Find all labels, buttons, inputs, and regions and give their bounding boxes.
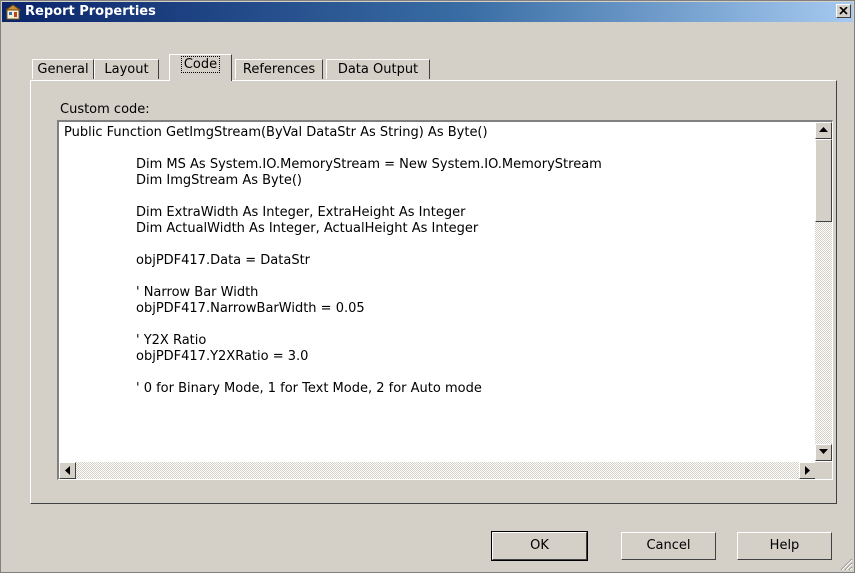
report-properties-dialog: Report Properties General Layout Code Re… [0, 0, 855, 573]
code-line: objPDF417.Data = DataStr [136, 253, 311, 268]
code-line: Dim ImgStream As Byte() [136, 173, 302, 188]
help-button[interactable]: Help [737, 532, 832, 560]
scrollbar-corner [815, 462, 832, 479]
ok-button[interactable]: OK [491, 531, 588, 561]
code-line: objPDF417.NarrowBarWidth = 0.05 [136, 301, 365, 316]
vertical-scroll-thumb[interactable] [815, 139, 832, 222]
tab-references[interactable]: References [235, 59, 323, 79]
code-line: ' Y2X Ratio [136, 333, 207, 348]
scroll-down-button[interactable] [815, 444, 832, 461]
code-line: ' Narrow Bar Width [136, 285, 259, 300]
code-line: Dim ActualWidth As Integer, ActualHeight… [136, 221, 479, 236]
code-line: objPDF417.Y2XRatio = 3.0 [136, 349, 309, 364]
cancel-button[interactable]: Cancel [621, 532, 716, 560]
custom-code-editor[interactable]: Public Function GetImgStream(ByVal DataS… [57, 120, 833, 480]
code-text[interactable]: Public Function GetImgStream(ByVal DataS… [64, 125, 802, 457]
horizontal-scrollbar[interactable] [59, 462, 816, 479]
arrow-down-icon [819, 449, 828, 454]
code-line: ' 0 for Binary Mode, 1 for Text Mode, 2 … [136, 381, 482, 396]
vertical-scrollbar[interactable] [815, 122, 832, 461]
tab-data-output[interactable]: Data Output [326, 59, 430, 79]
report-properties-icon [6, 4, 22, 20]
custom-code-label: Custom code: [60, 102, 150, 117]
resize-grip-icon[interactable] [840, 558, 853, 571]
code-line: Dim MS As System.IO.MemoryStream = New S… [136, 157, 602, 172]
code-line: Dim ExtraWidth As Integer, ExtraHeight A… [136, 205, 466, 220]
scroll-left-button[interactable] [59, 462, 76, 479]
tab-references-label: References [242, 62, 316, 77]
scroll-right-button[interactable] [799, 462, 816, 479]
close-button[interactable] [836, 4, 851, 18]
arrow-right-icon [805, 466, 810, 475]
tab-layout-label: Layout [104, 62, 149, 77]
tab-layout[interactable]: Layout [94, 59, 159, 79]
tab-data-output-label: Data Output [337, 62, 419, 77]
tab-general[interactable]: General [32, 59, 94, 79]
arrow-up-icon [819, 127, 828, 132]
title-bar[interactable]: Report Properties [2, 2, 853, 22]
close-icon [839, 6, 848, 15]
arrow-left-icon [65, 466, 70, 475]
window-title: Report Properties [25, 4, 156, 19]
scroll-up-button[interactable] [815, 122, 832, 139]
tab-general-label: General [37, 62, 89, 77]
code-line: Public Function GetImgStream(ByVal DataS… [64, 125, 488, 140]
tab-code[interactable]: Code [169, 54, 232, 81]
tab-code-label: Code [180, 56, 221, 73]
